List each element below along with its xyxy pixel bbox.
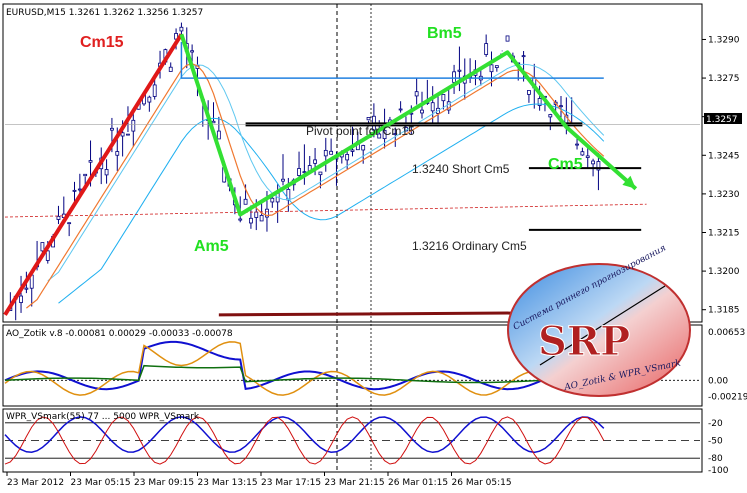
candle-body bbox=[345, 154, 350, 161]
price-tick-label: 1.3215 bbox=[708, 228, 740, 238]
candle-body bbox=[323, 149, 328, 157]
forex-chart: 1.32901.32751.32601.32451.32301.32151.32… bbox=[2, 3, 747, 488]
candle-body bbox=[366, 117, 371, 121]
time-tick-label: 23 Mar 09:15 bbox=[134, 478, 194, 488]
candle-body bbox=[72, 189, 77, 192]
candle-body bbox=[238, 218, 243, 221]
wpr-tick-label: -50 bbox=[708, 437, 723, 447]
price-tick-label: 1.3185 bbox=[708, 306, 740, 316]
candle-body bbox=[152, 84, 157, 97]
candle-body bbox=[216, 130, 221, 140]
price-tick-label: 1.3290 bbox=[708, 35, 740, 45]
candle-body bbox=[190, 50, 195, 53]
logo-letters: SRP bbox=[538, 318, 630, 365]
wpr-tick-label: -80 bbox=[708, 454, 723, 464]
candle-body bbox=[270, 197, 275, 203]
candle-body bbox=[580, 151, 585, 156]
price-tick-label: 1.3200 bbox=[708, 267, 740, 277]
candle-body bbox=[430, 102, 435, 112]
ao-tick-label: 0.00 bbox=[708, 376, 728, 386]
ao-tick-label: -0.00219 bbox=[708, 393, 747, 403]
time-tick-label: 26 Mar 01:15 bbox=[388, 478, 448, 488]
label-pivot: Pivot point for Cm15 bbox=[306, 124, 415, 138]
candle-body bbox=[313, 159, 317, 164]
price-tick-label: 1.3275 bbox=[708, 74, 740, 84]
candle-body bbox=[302, 171, 307, 174]
candle-body bbox=[83, 173, 88, 177]
candle-body bbox=[591, 160, 595, 165]
candle-body bbox=[19, 295, 23, 303]
candle-body bbox=[420, 109, 424, 114]
candle-body bbox=[259, 215, 264, 222]
ao-tick-label: 0.00653 bbox=[708, 328, 745, 338]
time-tick-label: 23 Mar 2012 bbox=[7, 478, 64, 488]
label-cm5: Cm5 bbox=[548, 156, 583, 173]
candle-body bbox=[361, 145, 366, 151]
candle-body bbox=[131, 119, 136, 132]
wpr-tick-label: -20 bbox=[708, 419, 723, 429]
time-tick-label: 23 Mar 05:15 bbox=[71, 478, 131, 488]
candle-body bbox=[254, 211, 259, 218]
label-am5: Am5 bbox=[194, 238, 229, 255]
candle-body bbox=[484, 43, 489, 55]
candle-body bbox=[249, 217, 253, 224]
current-price-label: 1.3257 bbox=[706, 115, 738, 125]
candle-body bbox=[243, 198, 248, 205]
candle-body bbox=[441, 94, 446, 102]
candle-body bbox=[559, 105, 563, 108]
candle-body bbox=[505, 35, 510, 42]
candle-body bbox=[45, 250, 50, 261]
candle-body bbox=[88, 160, 93, 163]
candle-body bbox=[575, 143, 579, 146]
candle-body bbox=[350, 149, 355, 152]
candle-body bbox=[211, 120, 216, 124]
time-tick-label: 26 Mar 05:15 bbox=[452, 478, 512, 488]
candle-body bbox=[147, 96, 152, 103]
time-tick-label: 23 Mar 13:15 bbox=[198, 478, 258, 488]
candle-body bbox=[452, 71, 456, 83]
candle-body bbox=[318, 171, 323, 176]
candle-body bbox=[120, 132, 125, 137]
candle-body bbox=[126, 133, 130, 136]
label-cm15: Cm15 bbox=[80, 34, 124, 51]
candle-body bbox=[115, 151, 120, 156]
candle-body bbox=[104, 169, 109, 176]
label-bm5: Bm5 bbox=[427, 25, 462, 42]
candle-body bbox=[40, 242, 45, 252]
candle-body bbox=[281, 178, 285, 182]
candle-body bbox=[297, 168, 301, 176]
wpr-tick-label: -100 bbox=[708, 466, 729, 476]
time-tick-label: 23 Mar 17:15 bbox=[261, 478, 321, 488]
price-tick-label: 1.3245 bbox=[708, 151, 740, 161]
candle-body bbox=[414, 91, 419, 97]
candle-body bbox=[179, 26, 184, 32]
candle-body bbox=[585, 155, 590, 158]
candle-body bbox=[489, 64, 494, 73]
candle-body bbox=[494, 65, 499, 68]
wpr-header: WPR_VSmark(55) 77 ... 5000 WPR_VSmark bbox=[6, 412, 200, 422]
main-chart-header: EURUSD,M15 1.3261 1.3262 1.3256 1.3257 bbox=[6, 8, 203, 18]
candle-body bbox=[56, 215, 61, 220]
candle-body bbox=[168, 66, 173, 72]
label-short-target: 1.3240 Short Cm5 bbox=[412, 162, 510, 176]
candle-body bbox=[329, 150, 334, 155]
candle-body bbox=[398, 108, 403, 111]
candle-body bbox=[77, 188, 82, 191]
price-tick-label: 1.3230 bbox=[708, 190, 740, 200]
candle-body bbox=[457, 69, 462, 72]
label-ordinary-target: 1.3216 Ordinary Cm5 bbox=[412, 239, 527, 253]
candle-body bbox=[548, 114, 553, 118]
candle-body bbox=[24, 287, 29, 290]
time-tick-label: 23 Mar 21:15 bbox=[325, 478, 385, 488]
candle-body bbox=[521, 55, 526, 58]
candle-body bbox=[527, 90, 531, 95]
candle-body bbox=[67, 222, 72, 225]
ao-header: AO_Zotik v.8 -0.00081 0.00029 -0.00033 -… bbox=[6, 329, 233, 339]
candle-body bbox=[110, 127, 114, 131]
